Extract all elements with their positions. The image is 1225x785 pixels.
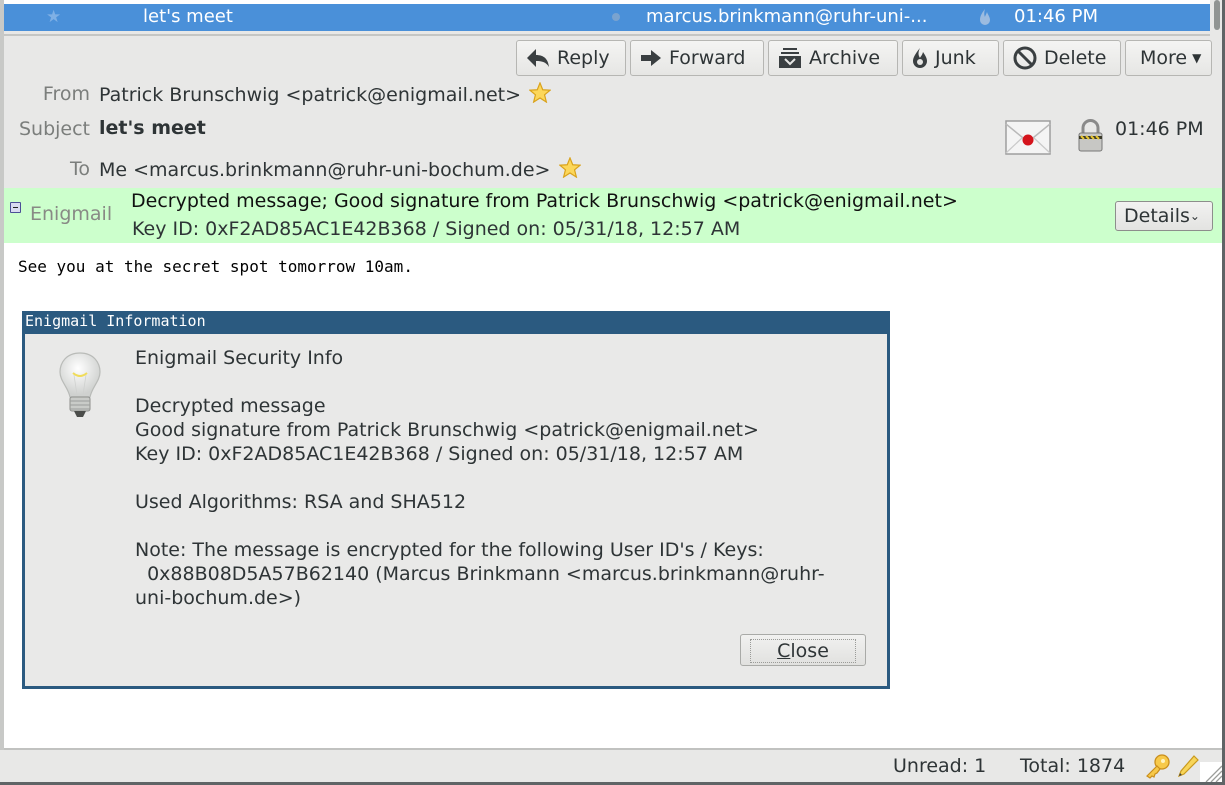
total-count: Total: 1874 bbox=[1020, 755, 1126, 777]
close-button-label: Close bbox=[750, 639, 856, 663]
archive-label: Archive bbox=[809, 47, 881, 69]
lightbulb-icon bbox=[59, 352, 101, 417]
unread-dot-icon[interactable] bbox=[612, 13, 620, 21]
delete-label: Delete bbox=[1044, 47, 1107, 69]
dialog-message-text: Enigmail Security Info Decrypted message… bbox=[135, 347, 825, 609]
junk-flame-icon bbox=[913, 48, 927, 68]
to-value[interactable]: Me <marcus.brinkmann@ruhr-uni-bochum.de> bbox=[99, 157, 581, 181]
delete-icon bbox=[1013, 46, 1037, 70]
enigmail-information-dialog: Enigmail Information Enigmail Security I… bbox=[22, 311, 890, 689]
junk-label: Junk bbox=[935, 47, 976, 69]
key-icon[interactable] bbox=[1145, 753, 1171, 779]
reply-icon bbox=[527, 49, 549, 67]
star-icon[interactable]: ★ bbox=[46, 7, 61, 27]
more-button[interactable]: More ▼ bbox=[1125, 40, 1212, 76]
more-label: More bbox=[1140, 47, 1188, 69]
message-header-toolbar: Reply Forward Archive Junk Delete More ▼ bbox=[516, 40, 1212, 76]
thread-date: 01:46 PM bbox=[1014, 6, 1098, 27]
thread-correspondent: marcus.brinkmann@ruhr-uni-... bbox=[646, 6, 928, 27]
add-contact-star-icon[interactable] bbox=[529, 82, 552, 103]
from-value[interactable]: Patrick Brunschwig <patrick@enigmail.net… bbox=[99, 82, 552, 106]
add-contact-star-icon[interactable] bbox=[558, 157, 581, 178]
reply-label: Reply bbox=[557, 47, 610, 69]
pane-splitter[interactable] bbox=[4, 34, 1210, 36]
forward-label: Forward bbox=[669, 47, 746, 69]
from-address[interactable]: Patrick Brunschwig <patrick@enigmail.net… bbox=[99, 84, 521, 106]
enigmail-status-bar: Enigmail Decrypted message; Good signatu… bbox=[4, 188, 1222, 243]
subject-value: let's meet bbox=[99, 117, 206, 139]
unread-count: Unread: 1 bbox=[893, 755, 987, 777]
from-label: From bbox=[42, 83, 90, 105]
enigmail-status-line1: Decrypted message; Good signature from P… bbox=[131, 190, 958, 212]
resize-grip[interactable] bbox=[1200, 762, 1222, 782]
close-label-rest: lose bbox=[790, 640, 829, 662]
delete-button[interactable]: Delete bbox=[1003, 40, 1121, 76]
enigmail-status-line2: Key ID: 0xF2AD85AC1E42B368 / Signed on: … bbox=[132, 218, 741, 240]
forward-icon bbox=[641, 50, 661, 66]
close-button[interactable]: Close bbox=[740, 634, 866, 666]
forward-button[interactable]: Forward bbox=[630, 40, 764, 76]
dialog-content: Enigmail Security Info Decrypted message… bbox=[25, 334, 887, 686]
statusbar-divider bbox=[4, 748, 1222, 750]
pencil-icon[interactable] bbox=[1177, 754, 1199, 778]
details-button[interactable]: Details⌄ bbox=[1115, 201, 1213, 231]
dialog-title[interactable]: Enigmail Information bbox=[25, 312, 206, 330]
junk-button[interactable]: Junk bbox=[902, 40, 999, 76]
enigmail-label: Enigmail bbox=[30, 203, 113, 225]
thread-subject: let's meet bbox=[143, 6, 233, 27]
archive-button[interactable]: Archive bbox=[768, 40, 898, 76]
encrypted-lock-icon[interactable] bbox=[1077, 119, 1104, 152]
to-address[interactable]: Me <marcus.brinkmann@ruhr-uni-bochum.de> bbox=[99, 159, 550, 181]
archive-icon bbox=[779, 48, 801, 68]
caret-down-icon: ▼ bbox=[1192, 51, 1202, 65]
thread-list-scrollbar[interactable] bbox=[1212, 0, 1222, 33]
close-accel-key: C bbox=[777, 640, 791, 662]
message-body-text: See you at the secret spot tomorrow 10am… bbox=[18, 257, 413, 276]
junk-flame-icon[interactable] bbox=[979, 8, 991, 26]
collapse-toggle-icon[interactable] bbox=[10, 202, 21, 213]
signed-envelope-icon[interactable] bbox=[1005, 120, 1051, 155]
thread-row-selected[interactable]: ★ let's meet marcus.brinkmann@ruhr-uni-.… bbox=[4, 4, 1210, 31]
reply-button[interactable]: Reply bbox=[516, 40, 626, 76]
header-date: 01:46 PM bbox=[1115, 118, 1204, 140]
details-label: Details bbox=[1124, 205, 1190, 227]
message-body-pane: See you at the secret spot tomorrow 10am… bbox=[4, 243, 1222, 748]
subject-label: Subject bbox=[18, 118, 90, 140]
scrollbar-thumb[interactable] bbox=[1214, 0, 1220, 30]
to-label: To bbox=[69, 158, 90, 180]
chevron-down-icon: ⌄ bbox=[1189, 209, 1200, 223]
